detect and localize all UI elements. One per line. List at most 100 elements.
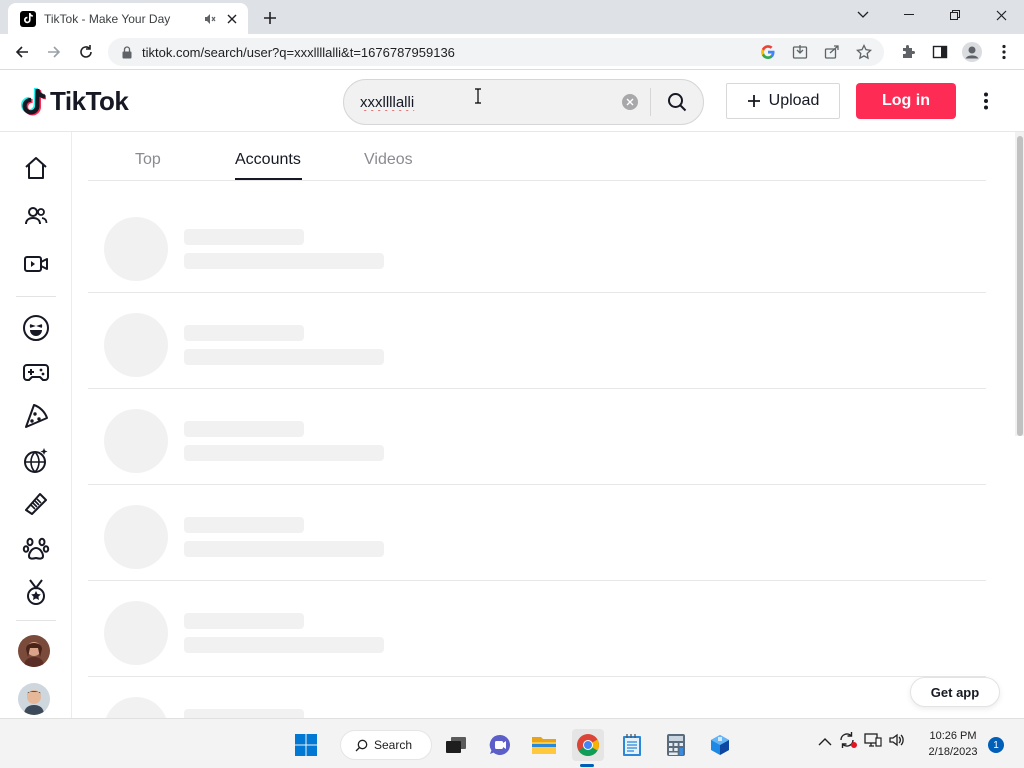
back-button[interactable] xyxy=(8,38,36,66)
suggested-account-avatar[interactable] xyxy=(18,683,50,715)
animals-icon[interactable] xyxy=(20,532,52,564)
text-cursor-icon xyxy=(475,88,481,104)
food-icon[interactable] xyxy=(20,400,52,432)
tab-title: TikTok - Make Your Day xyxy=(44,11,171,26)
taskbar-search[interactable]: Search xyxy=(340,730,432,760)
account-row-skeleton xyxy=(88,389,986,485)
screen: TikTok - Make Your Day tiktok.com/search… xyxy=(0,0,1024,768)
skeleton-line xyxy=(184,541,384,557)
skeleton-avatar xyxy=(104,409,168,473)
skeleton-line xyxy=(184,349,384,365)
windows-start-icon[interactable] xyxy=(290,729,322,761)
skeleton-line xyxy=(184,637,384,653)
search-icon xyxy=(355,739,368,751)
tiktok-logo[interactable]: TikTok xyxy=(20,86,129,117)
clock-date: 2/18/2023 xyxy=(928,746,978,758)
skeleton-line xyxy=(184,613,304,629)
skeleton-avatar xyxy=(104,217,168,281)
restore-button[interactable] xyxy=(932,0,978,30)
new-tab-button[interactable] xyxy=(258,6,282,30)
clear-search-icon[interactable] xyxy=(622,94,638,110)
more-options-icon[interactable] xyxy=(974,89,998,113)
profile-avatar-icon[interactable] xyxy=(958,38,986,66)
skeleton-line xyxy=(184,421,304,437)
search-bar xyxy=(343,79,704,125)
minimize-button[interactable] xyxy=(886,0,932,30)
bookmark-star-icon[interactable] xyxy=(852,40,876,64)
skeleton-avatar xyxy=(104,697,168,718)
gaming-icon[interactable] xyxy=(20,356,52,388)
skeleton-line xyxy=(184,445,384,461)
skeleton-avatar xyxy=(104,601,168,665)
sports-icon[interactable] xyxy=(20,576,52,608)
close-window-button[interactable] xyxy=(978,0,1024,30)
skeleton-line xyxy=(184,325,304,341)
tiktok-favicon-icon xyxy=(20,10,36,27)
tab-top[interactable]: Top xyxy=(135,151,161,169)
chrome-menu-icon[interactable] xyxy=(990,38,1018,66)
reload-button[interactable] xyxy=(72,38,100,66)
logo-text: TikTok xyxy=(50,86,129,116)
live-icon[interactable] xyxy=(20,248,52,280)
tiktok-note-icon xyxy=(21,87,46,115)
tiktok-header: TikTok Upload Log in xyxy=(0,70,1024,132)
search-input[interactable] xyxy=(344,80,622,124)
following-icon[interactable] xyxy=(20,200,52,232)
network-display-icon[interactable] xyxy=(864,732,882,753)
forward-button[interactable] xyxy=(40,38,68,66)
search-icon xyxy=(668,93,687,112)
get-app-button[interactable]: Get app xyxy=(910,677,1000,707)
3d-builder-icon[interactable] xyxy=(704,729,736,761)
share-icon[interactable] xyxy=(820,40,844,64)
tab-accounts[interactable]: Accounts xyxy=(235,151,301,169)
tab-search-chevron-icon[interactable] xyxy=(840,0,886,30)
calculator-icon[interactable] xyxy=(660,729,692,761)
page-scrollbar-thumb[interactable] xyxy=(1017,136,1023,436)
extensions-puzzle-icon[interactable] xyxy=(894,38,922,66)
volume-icon[interactable] xyxy=(888,732,906,753)
chrome-taskbar-icon[interactable] xyxy=(572,729,604,761)
skeleton-line xyxy=(184,229,304,245)
browser-tabstrip: TikTok - Make Your Day xyxy=(0,0,1024,34)
plus-icon xyxy=(747,95,760,107)
dance-icon[interactable] xyxy=(20,444,52,476)
taskbar-search-label: Search xyxy=(374,738,413,752)
system-tray xyxy=(818,731,906,754)
login-button[interactable]: Log in xyxy=(856,83,956,119)
home-icon[interactable] xyxy=(20,152,52,184)
taskbar-clock[interactable]: 10:26 PM 2/18/2023 xyxy=(920,728,986,760)
browser-tab[interactable]: TikTok - Make Your Day xyxy=(8,3,248,34)
address-bar[interactable]: tiktok.com/search/user?q=xxxllllalli&t=1… xyxy=(108,38,884,66)
account-row-skeleton xyxy=(88,485,986,581)
suggested-account-avatar[interactable] xyxy=(18,635,50,667)
account-row-skeleton xyxy=(88,677,986,718)
skeleton-line xyxy=(184,517,304,533)
upload-button[interactable]: Upload xyxy=(726,83,840,119)
skeleton-line xyxy=(184,709,304,718)
lock-icon[interactable] xyxy=(120,45,134,59)
skeleton-avatar xyxy=(104,505,168,569)
close-tab-icon[interactable] xyxy=(224,11,240,27)
sidebar-divider xyxy=(16,296,56,297)
tab-videos[interactable]: Videos xyxy=(364,151,413,169)
skeleton-avatar xyxy=(104,313,168,377)
comedy-icon[interactable] xyxy=(20,312,52,344)
search-result-tabs: Top Accounts Videos xyxy=(88,132,986,181)
beauty-icon[interactable] xyxy=(20,488,52,520)
file-explorer-icon[interactable] xyxy=(528,729,560,761)
task-view-icon[interactable] xyxy=(440,729,472,761)
install-app-icon[interactable] xyxy=(788,40,812,64)
muted-audio-icon[interactable] xyxy=(202,11,218,27)
notepad-icon[interactable] xyxy=(616,729,648,761)
notification-badge[interactable]: 1 xyxy=(988,737,1004,753)
side-panel-icon[interactable] xyxy=(926,38,954,66)
tiktok-sidebar xyxy=(0,132,72,718)
show-hidden-icons-chevron-icon[interactable] xyxy=(818,734,832,752)
upload-label: Upload xyxy=(768,92,820,109)
teams-chat-icon[interactable] xyxy=(484,729,516,761)
sync-alert-icon[interactable] xyxy=(838,731,858,754)
account-row-skeleton xyxy=(88,581,986,677)
google-translate-icon[interactable] xyxy=(756,40,780,64)
windows-taskbar: Search 10:26 PM 2/18/2023 1 xyxy=(0,718,1024,768)
search-button[interactable] xyxy=(651,80,703,124)
